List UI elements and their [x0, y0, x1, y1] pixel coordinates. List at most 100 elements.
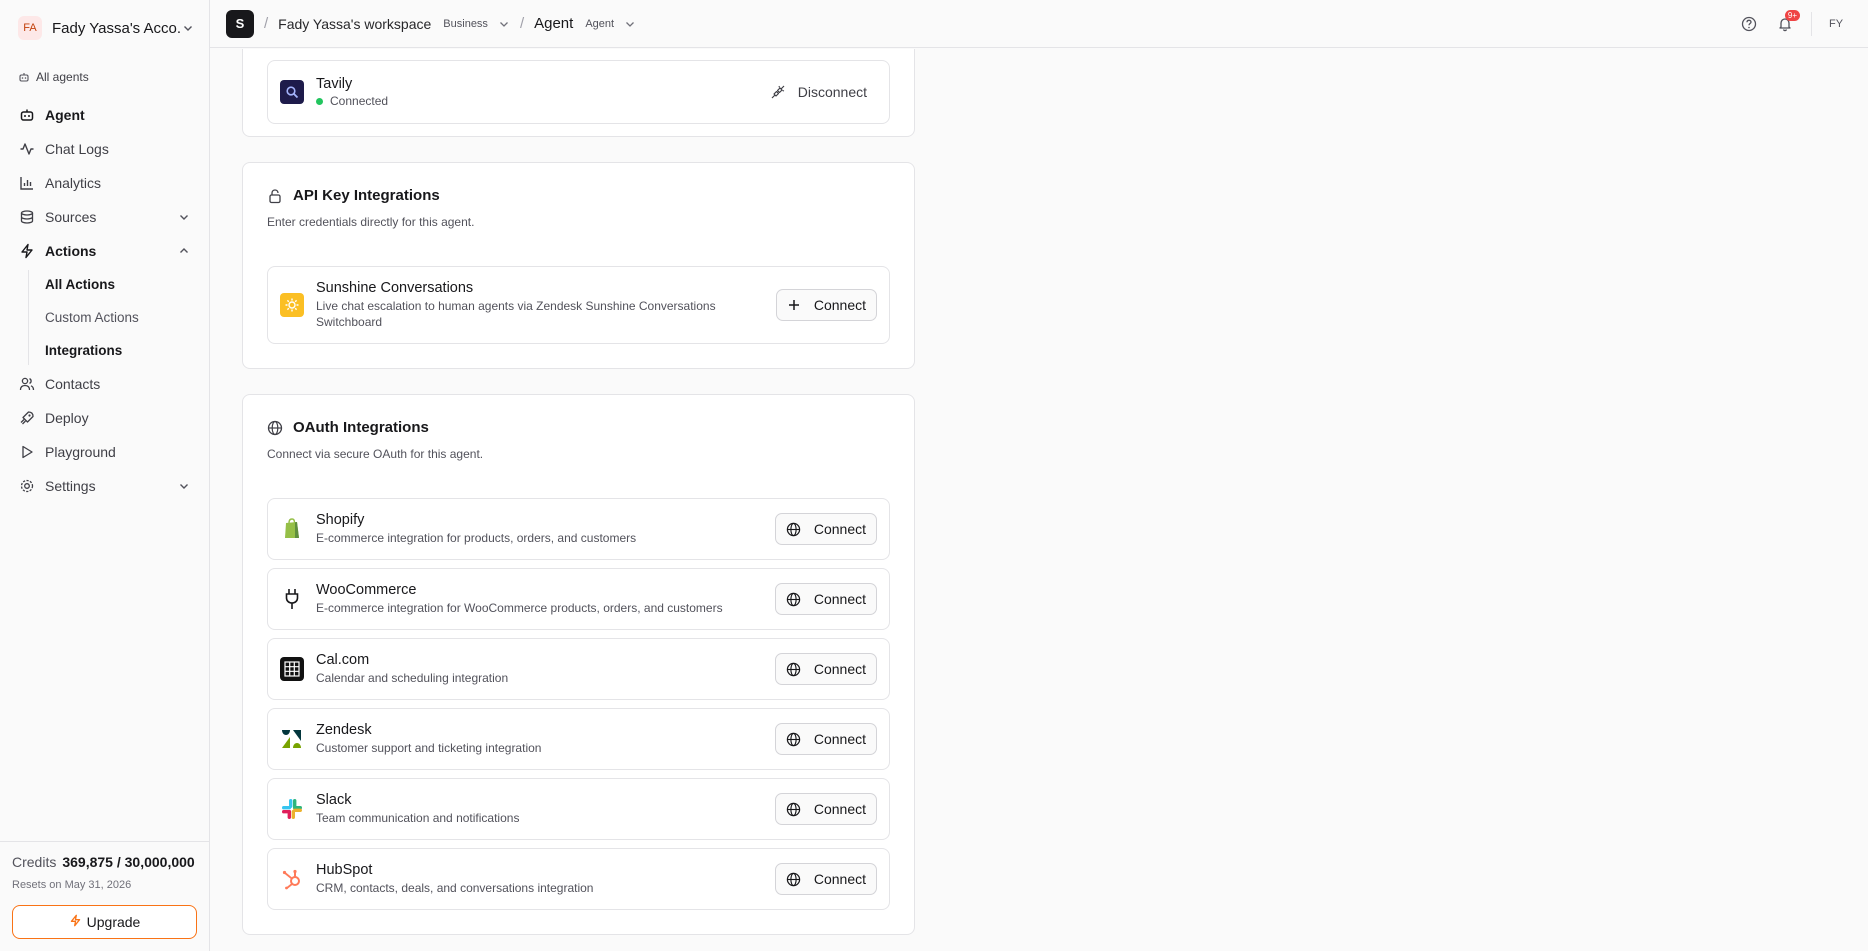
sidebar-item-agent[interactable]: Agent [0, 98, 209, 132]
sidebar-item-label: Settings [45, 478, 96, 494]
slack-icon [280, 797, 304, 821]
api-key-integrations-card: API Key Integrations Enter credentials d… [242, 162, 915, 369]
back-agents-icon [19, 73, 29, 82]
connect-label: Connect [813, 591, 866, 607]
actions-submenu: All Actions Custom Actions Integrations [0, 268, 209, 367]
breadcrumb-separator: / [264, 15, 269, 32]
chevron-down-icon [177, 479, 191, 493]
connected-integrations-card: Tavily Connected Disconnect [242, 49, 915, 137]
help-icon[interactable] [1731, 6, 1767, 42]
integration-row-hubspot: HubSpot CRM, contacts, deals, and conver… [267, 848, 890, 910]
integration-description: CRM, contacts, deals, and conversations … [316, 881, 594, 895]
breadcrumb-separator: / [519, 15, 525, 32]
connect-button[interactable]: Connect [774, 513, 877, 545]
integration-description: Team communication and notifications [316, 811, 520, 825]
globe-icon [786, 802, 801, 816]
users-icon [18, 375, 36, 393]
notifications-button[interactable]: 9+ [1767, 6, 1803, 42]
lock-icon [269, 188, 281, 203]
sidebar-subitem-custom-actions[interactable]: Custom Actions [0, 301, 209, 334]
sidebar-item-contacts[interactable]: Contacts [0, 367, 209, 401]
sidebar-item-playground[interactable]: Playground [0, 435, 209, 469]
unplug-icon [771, 85, 785, 99]
lightning-icon [69, 914, 82, 930]
integration-description: E-commerce integration for products, ord… [316, 531, 637, 545]
integration-row-zendesk: Zendesk Customer support and ticketing i… [267, 708, 890, 770]
integration-name: Zendesk [316, 722, 372, 738]
integration-description: Calendar and scheduling integration [316, 671, 509, 685]
lightning-icon [18, 242, 36, 260]
connect-button[interactable]: Connect [774, 653, 877, 685]
rocket-icon [18, 409, 36, 427]
gear-icon [18, 477, 36, 495]
integration-row-shopify: Shopify E-commerce integration for produ… [267, 498, 890, 560]
sidebar-item-analytics[interactable]: Analytics [0, 166, 209, 200]
sidebar-item-label: Playground [45, 444, 116, 460]
sidebar-item-chat-logs[interactable]: Chat Logs [0, 132, 209, 166]
globe-icon [786, 732, 801, 746]
connect-label: Connect [813, 661, 866, 677]
upgrade-label: Upgrade [86, 914, 141, 930]
credits-reset-date: Resets on May 31, 2026 [12, 879, 132, 891]
upgrade-button[interactable]: Upgrade [12, 905, 197, 939]
user-avatar[interactable]: FY [1820, 8, 1852, 40]
calendar-icon [280, 657, 304, 681]
notification-badge: 9+ [1784, 10, 1800, 21]
credits-value: 369,875 / 30,000,000 [62, 854, 195, 870]
divider [1811, 12, 1812, 36]
sun-icon [280, 293, 304, 317]
sidebar-subitem-all-actions[interactable]: All Actions [0, 268, 209, 301]
chevron-down-icon [181, 21, 195, 35]
connect-label: Connect [813, 297, 866, 313]
sidebar-item-label: Analytics [45, 175, 102, 191]
sidebar-item-deploy[interactable]: Deploy [0, 401, 209, 435]
account-switcher[interactable]: FA Fady Yassa's Acco... [0, 0, 209, 56]
disconnect-label: Disconnect [797, 84, 867, 100]
main-content: Tavily Connected Disconnect API Key Inte… [211, 49, 1868, 951]
oauth-section-title: OAuth Integrations [293, 419, 429, 436]
integration-name: Shopify [316, 512, 365, 528]
sidebar-item-settings[interactable]: Settings [0, 469, 209, 503]
connect-button[interactable]: Connect [774, 863, 877, 895]
oauth-section-subtitle: Connect via secure OAuth for this agent. [267, 447, 484, 461]
all-agents-label: All agents [36, 70, 89, 84]
connect-button[interactable]: Connect [774, 723, 877, 755]
sidebar-item-label: Contacts [45, 376, 101, 392]
sidebar: FA Fady Yassa's Acco... All agents Agent… [0, 0, 210, 951]
section-title: OAuth Integrations [267, 419, 429, 436]
integration-description: E-commerce integration for WooCommerce p… [316, 601, 723, 615]
sidebar-subitem-integrations[interactable]: Integrations [0, 334, 209, 367]
integration-name: Tavily [316, 76, 353, 92]
sidebar-item-actions[interactable]: Actions [0, 234, 209, 268]
breadcrumb-workspace[interactable]: Fady Yassa's workspace [278, 16, 431, 32]
connect-button[interactable]: Connect [774, 793, 877, 825]
section-title: API Key Integrations [267, 187, 440, 204]
sidebar-item-label: Actions [45, 243, 97, 259]
robot-icon [18, 106, 36, 124]
credits-row: Credits 369,875 / 30,000,000 [12, 854, 197, 870]
integration-row-tavily: Tavily Connected Disconnect [267, 60, 890, 124]
globe-icon [267, 420, 283, 435]
connect-button[interactable]: Connect [775, 289, 877, 321]
breadcrumb-agent[interactable]: Agent [534, 15, 573, 32]
integration-name: WooCommerce [316, 582, 417, 598]
disconnect-button[interactable]: Disconnect [760, 84, 877, 100]
bar-chart-icon [18, 174, 36, 192]
workspace-logo[interactable]: S [226, 9, 254, 38]
database-icon [18, 208, 36, 226]
chevron-updown-icon[interactable] [498, 18, 510, 30]
connect-button[interactable]: Connect [774, 583, 877, 615]
chevron-up-icon [177, 244, 191, 258]
integration-row-woocommerce: WooCommerce E-commerce integration for W… [267, 568, 890, 630]
connect-label: Connect [813, 871, 866, 887]
status-label: Connected [330, 94, 389, 108]
integration-row-calcom: Cal.com Calendar and scheduling integrat… [267, 638, 890, 700]
all-agents-link[interactable]: All agents [0, 56, 209, 98]
integration-row-sunshine: Sunshine Conversations Live chat escalat… [267, 266, 890, 344]
account-avatar: FA [18, 16, 42, 40]
sidebar-item-sources[interactable]: Sources [0, 200, 209, 234]
integration-name: HubSpot [316, 862, 373, 878]
integration-description: Live chat escalation to human agents via… [316, 299, 716, 329]
api-section-title: API Key Integrations [293, 187, 440, 204]
chevron-updown-icon[interactable] [624, 18, 636, 30]
